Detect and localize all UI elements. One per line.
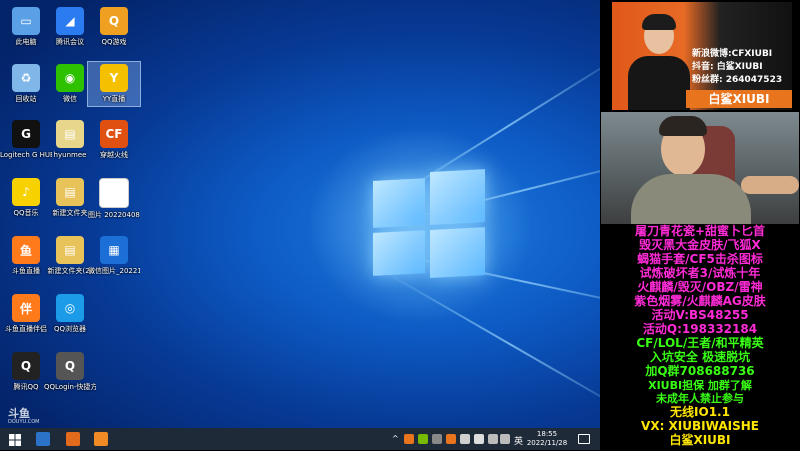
search-icon[interactable] bbox=[36, 432, 50, 446]
tray-nvidia-icon[interactable] bbox=[418, 434, 428, 444]
streamer-fans-group: 粉丝群: 264047523 bbox=[692, 75, 783, 85]
hyunmee-folder-icon: ▤ bbox=[56, 120, 84, 148]
promo-line: 蝎猫手套/CF5击杀图标 bbox=[637, 252, 763, 266]
webcam-feed bbox=[601, 112, 799, 224]
watermark-url: DOUYU.COM bbox=[8, 419, 40, 425]
desktop-icon-qq-game[interactable]: Q QQ游戏 bbox=[88, 5, 140, 49]
promo-line: VX: XIUBIWAISHE bbox=[641, 419, 759, 433]
streamer-card: 新浪微博:CFXIUBI 抖音: 白鲨XIUBI 粉丝群: 264047523 … bbox=[612, 2, 792, 110]
wechat-image-file-icon: ▦ bbox=[100, 236, 128, 264]
douyu-live-icon: 鱼 bbox=[12, 236, 40, 264]
new-folder-icon: ▤ bbox=[56, 178, 84, 206]
logitech-ghub-icon: G bbox=[12, 120, 40, 148]
desktop-icon-crossfire[interactable]: CF 穿越火线 bbox=[88, 118, 140, 162]
promo-line: 毁灭黑大金皮肤/飞狐X bbox=[639, 238, 761, 252]
ime-indicator[interactable]: 英 bbox=[514, 434, 523, 447]
streamer-portrait bbox=[626, 12, 692, 110]
yy-live-icon: Y bbox=[100, 64, 128, 92]
cf-app-icon[interactable] bbox=[66, 432, 80, 446]
desktop-icon-label: QQ游戏 bbox=[101, 38, 127, 46]
streamer-weibo: 新浪微博:CFXIUBI bbox=[692, 49, 773, 59]
webcam-arm bbox=[741, 176, 799, 194]
qqlogin-shortcut-icon: Q bbox=[56, 352, 84, 380]
wechat-icon: ◉ bbox=[56, 64, 84, 92]
recycle-bin-icon: ♻ bbox=[12, 64, 40, 92]
tencent-qq-icon: Q bbox=[12, 352, 40, 380]
promo-line: 未成年人禁止参与 bbox=[656, 392, 744, 405]
promo-line: 白鲨XIUBI bbox=[669, 433, 731, 447]
desktop: ▭ 此电脑 ◢ 腾讯会议 Q QQ游戏 ♻ 回收站 ◉ 微信 Y YY直播 G Logitech G HU… bbox=[0, 0, 600, 428]
douyu-app-icon[interactable] bbox=[94, 432, 108, 446]
qq-game-icon: Q bbox=[100, 7, 128, 35]
desktop-icon-qq-browser[interactable]: ◎ QQ浏览器 bbox=[44, 292, 96, 336]
webcam-hair bbox=[659, 116, 707, 136]
desktop-icon-label: YY直播 bbox=[102, 95, 126, 103]
desktop-icon-label: QQ浏览器 bbox=[53, 325, 87, 333]
promo-line: 紫色烟雾/火麒麟AG皮肤 bbox=[634, 294, 766, 308]
tray-app-icon[interactable] bbox=[460, 434, 470, 444]
desktop-icon-label: 穿越火线 bbox=[100, 151, 128, 159]
desktop-icon-label: QQLogin-快捷方式 bbox=[44, 383, 96, 391]
tray-app-icon[interactable] bbox=[432, 434, 442, 444]
tray-app-icon[interactable] bbox=[446, 434, 456, 444]
taskbar-clock[interactable]: 18:55 2022/11/28 bbox=[524, 430, 570, 448]
desktop-icon-label: 图片 20220408... bbox=[88, 211, 140, 219]
promo-line: 无线IO1.1 bbox=[670, 405, 730, 419]
start-icon[interactable] bbox=[8, 432, 22, 446]
promo-line: 试炼破坏者3/试炼十年 bbox=[639, 266, 761, 280]
windows-logo-pane bbox=[430, 169, 485, 225]
desktop-icon-label: 微信图片_2022111... bbox=[88, 267, 140, 275]
promo-line: 入坑安全 极速脱坑 bbox=[649, 350, 751, 364]
tray-volume-icon[interactable] bbox=[500, 434, 510, 444]
tray-expand-icon[interactable]: ^ bbox=[392, 434, 399, 443]
desktop-icon-image-file[interactable]: 图片 20220408... bbox=[88, 176, 140, 222]
desktop-icon-qqlogin-shortcut[interactable]: Q QQLogin-快捷方式 bbox=[44, 350, 96, 394]
webcam-body bbox=[631, 174, 751, 224]
promo-line: 活动V:BS48255 bbox=[651, 308, 749, 322]
windows-logo-pane bbox=[373, 178, 425, 228]
taskbar: ^ 英 18:55 2022/11/28 bbox=[0, 428, 600, 450]
promo-line: 活动Q:198332184 bbox=[642, 322, 758, 336]
tencent-meeting-icon: ◢ bbox=[56, 7, 84, 35]
promo-line: 屠刀青花瓷+甜蜜卜匕首 bbox=[634, 224, 766, 238]
qq-music-icon: ♪ bbox=[12, 178, 40, 206]
douyu-companion-icon: 伴 bbox=[12, 294, 40, 322]
streamer-name-banner: 白鲨XIUBI bbox=[686, 90, 792, 108]
crossfire-icon: CF bbox=[100, 120, 128, 148]
image-file-icon bbox=[99, 178, 129, 208]
clock-time: 18:55 bbox=[536, 430, 558, 438]
tray-orange-icon[interactable] bbox=[404, 434, 414, 444]
tray-shield-icon[interactable] bbox=[474, 434, 484, 444]
this-pc-icon: ▭ bbox=[12, 7, 40, 35]
clock-date: 2022/11/28 bbox=[526, 439, 568, 447]
qq-browser-icon: ◎ bbox=[56, 294, 84, 322]
promo-line: 加Q群708688736 bbox=[645, 364, 755, 378]
streamer-douyin: 抖音: 白鲨XIUBI bbox=[692, 62, 763, 72]
desktop-icon-yy-live[interactable]: Y YY直播 bbox=[87, 61, 141, 107]
windows-logo-pane bbox=[373, 230, 425, 276]
desktop-icon-wechat-image-file[interactable]: ▦ 微信图片_2022111... bbox=[88, 234, 140, 278]
watermark-brand: 斗鱼 bbox=[8, 407, 30, 420]
promo-line: XIUBI担保 加群了解 bbox=[648, 379, 752, 392]
windows-logo-pane bbox=[430, 227, 485, 278]
new-folder-2-icon: ▤ bbox=[56, 236, 84, 264]
notification-icon[interactable] bbox=[578, 434, 590, 444]
promo-line: CF/LOL/王者/和平精英 bbox=[636, 336, 764, 350]
windows-logo bbox=[373, 169, 485, 281]
tray-network-icon[interactable] bbox=[488, 434, 498, 444]
douyu-watermark: 斗鱼 DOUYU.COM bbox=[8, 408, 40, 425]
promo-line: 火麒麟/毁灭/OBZ/雷神 bbox=[637, 280, 763, 294]
